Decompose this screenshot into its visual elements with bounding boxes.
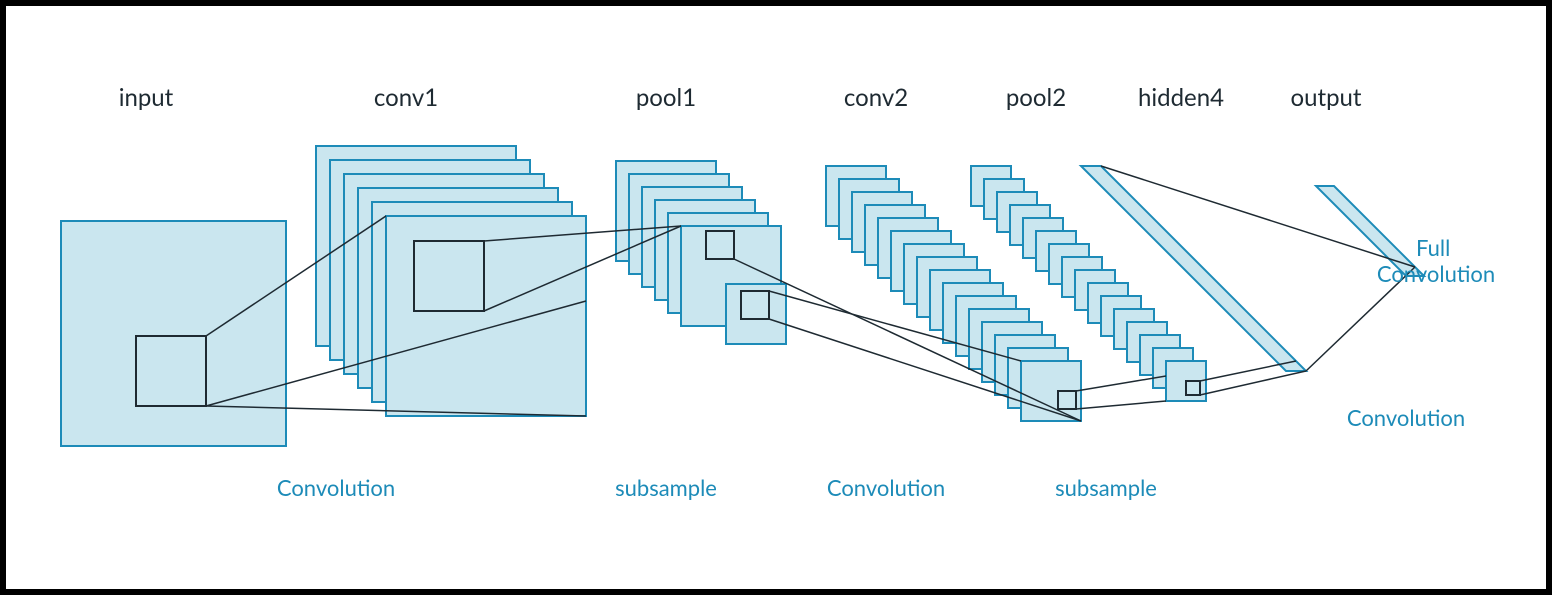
label-hidden4: hidden4 bbox=[1138, 83, 1224, 112]
diagram-frame: input conv1 pool1 conv2 pool2 hidden4 ou… bbox=[0, 0, 1552, 595]
op-subsample1: subsample bbox=[615, 474, 717, 501]
label-pool1: pool1 bbox=[636, 83, 696, 112]
cone-line bbox=[1200, 371, 1306, 395]
op-subsample2: subsample bbox=[1055, 474, 1157, 501]
label-pool2: pool2 bbox=[1006, 83, 1066, 112]
input-map bbox=[61, 221, 286, 446]
label-conv1: conv1 bbox=[374, 83, 438, 112]
op-conv2: Convolution bbox=[827, 474, 945, 501]
op-conv1: Convolution bbox=[277, 474, 395, 501]
label-conv2: conv2 bbox=[844, 83, 908, 112]
label-input: input bbox=[119, 83, 174, 112]
label-output: output bbox=[1290, 83, 1361, 112]
cnn-diagram: input conv1 pool1 conv2 pool2 hidden4 ou… bbox=[6, 6, 1546, 589]
cone-line bbox=[1200, 361, 1296, 381]
cone-line bbox=[1076, 401, 1166, 409]
op-conv-out: Convolution bbox=[1347, 404, 1465, 431]
op-fullconv-line1: Full Convolution bbox=[1377, 234, 1495, 287]
conv1-stack bbox=[316, 146, 586, 416]
